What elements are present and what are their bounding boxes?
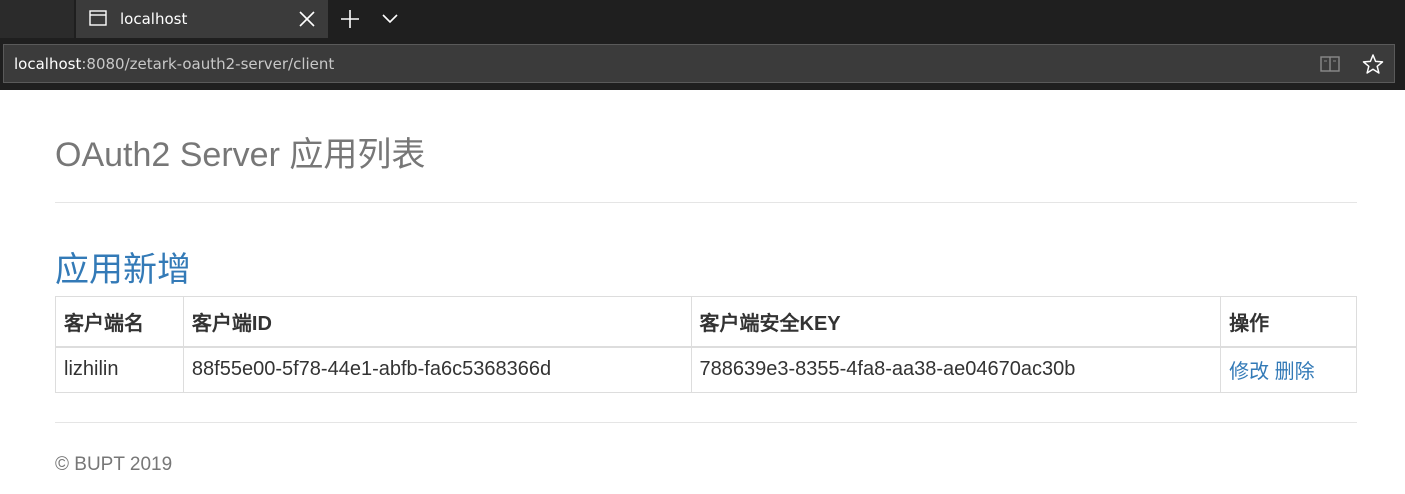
header-divider — [55, 202, 1357, 203]
close-icon[interactable] — [298, 10, 316, 28]
address-bar[interactable]: localhost:8080/zetark-oauth2-server/clie… — [3, 44, 1395, 83]
footer-divider — [55, 422, 1357, 423]
browser-tab-strip: localhost — [0, 0, 1405, 38]
book-icon[interactable] — [1320, 55, 1340, 73]
column-header-client-id: 客户端ID — [182, 296, 692, 348]
page-content: OAuth2 Server 应用列表 应用新增 客户端名 客户端ID 客户端安全… — [0, 90, 1405, 494]
url-host: localhost — [14, 55, 82, 73]
client-table: 客户端名 客户端ID 客户端安全KEY 操作 lizhilin 88f55e00… — [55, 296, 1357, 393]
column-header-client-secret: 客户端安全KEY — [690, 296, 1222, 348]
plus-icon[interactable] — [340, 9, 360, 29]
cell-client-secret: 788639e3-8355-4fa8-aa38-ae04670ac30b — [690, 346, 1222, 393]
page-icon — [89, 10, 107, 26]
column-header-client-name: 客户端名 — [55, 296, 184, 348]
delete-link[interactable]: 删除 — [1275, 361, 1315, 383]
footer-copyright: © BUPT 2019 — [55, 454, 173, 475]
cell-client-id: 88f55e00-5f78-44e1-abfb-fa6c5368366d — [182, 346, 692, 393]
star-icon[interactable] — [1362, 53, 1384, 75]
add-client-link[interactable]: 应用新增 — [55, 242, 191, 291]
page-title: OAuth2 Server 应用列表 — [55, 136, 426, 174]
browser-toolbar: localhost:8080/zetark-oauth2-server/clie… — [0, 38, 1405, 90]
table-row: lizhilin 88f55e00-5f78-44e1-abfb-fa6c536… — [55, 346, 1357, 393]
column-header-actions: 操作 — [1220, 296, 1357, 348]
edit-link[interactable]: 修改 — [1229, 361, 1269, 383]
cell-actions: 修改 删除 — [1220, 346, 1357, 393]
tab-title: localhost — [120, 10, 188, 28]
url-path: :8080/zetark-oauth2-server/client — [81, 55, 335, 73]
browser-tab-active[interactable]: localhost — [76, 0, 328, 38]
cell-client-name: lizhilin — [55, 346, 184, 393]
table-header-row: 客户端名 客户端ID 客户端安全KEY 操作 — [55, 296, 1357, 348]
tab-strip-blank-area — [0, 0, 74, 38]
url-text[interactable]: localhost:8080/zetark-oauth2-server/clie… — [14, 55, 334, 73]
chevron-down-icon[interactable] — [381, 11, 399, 27]
